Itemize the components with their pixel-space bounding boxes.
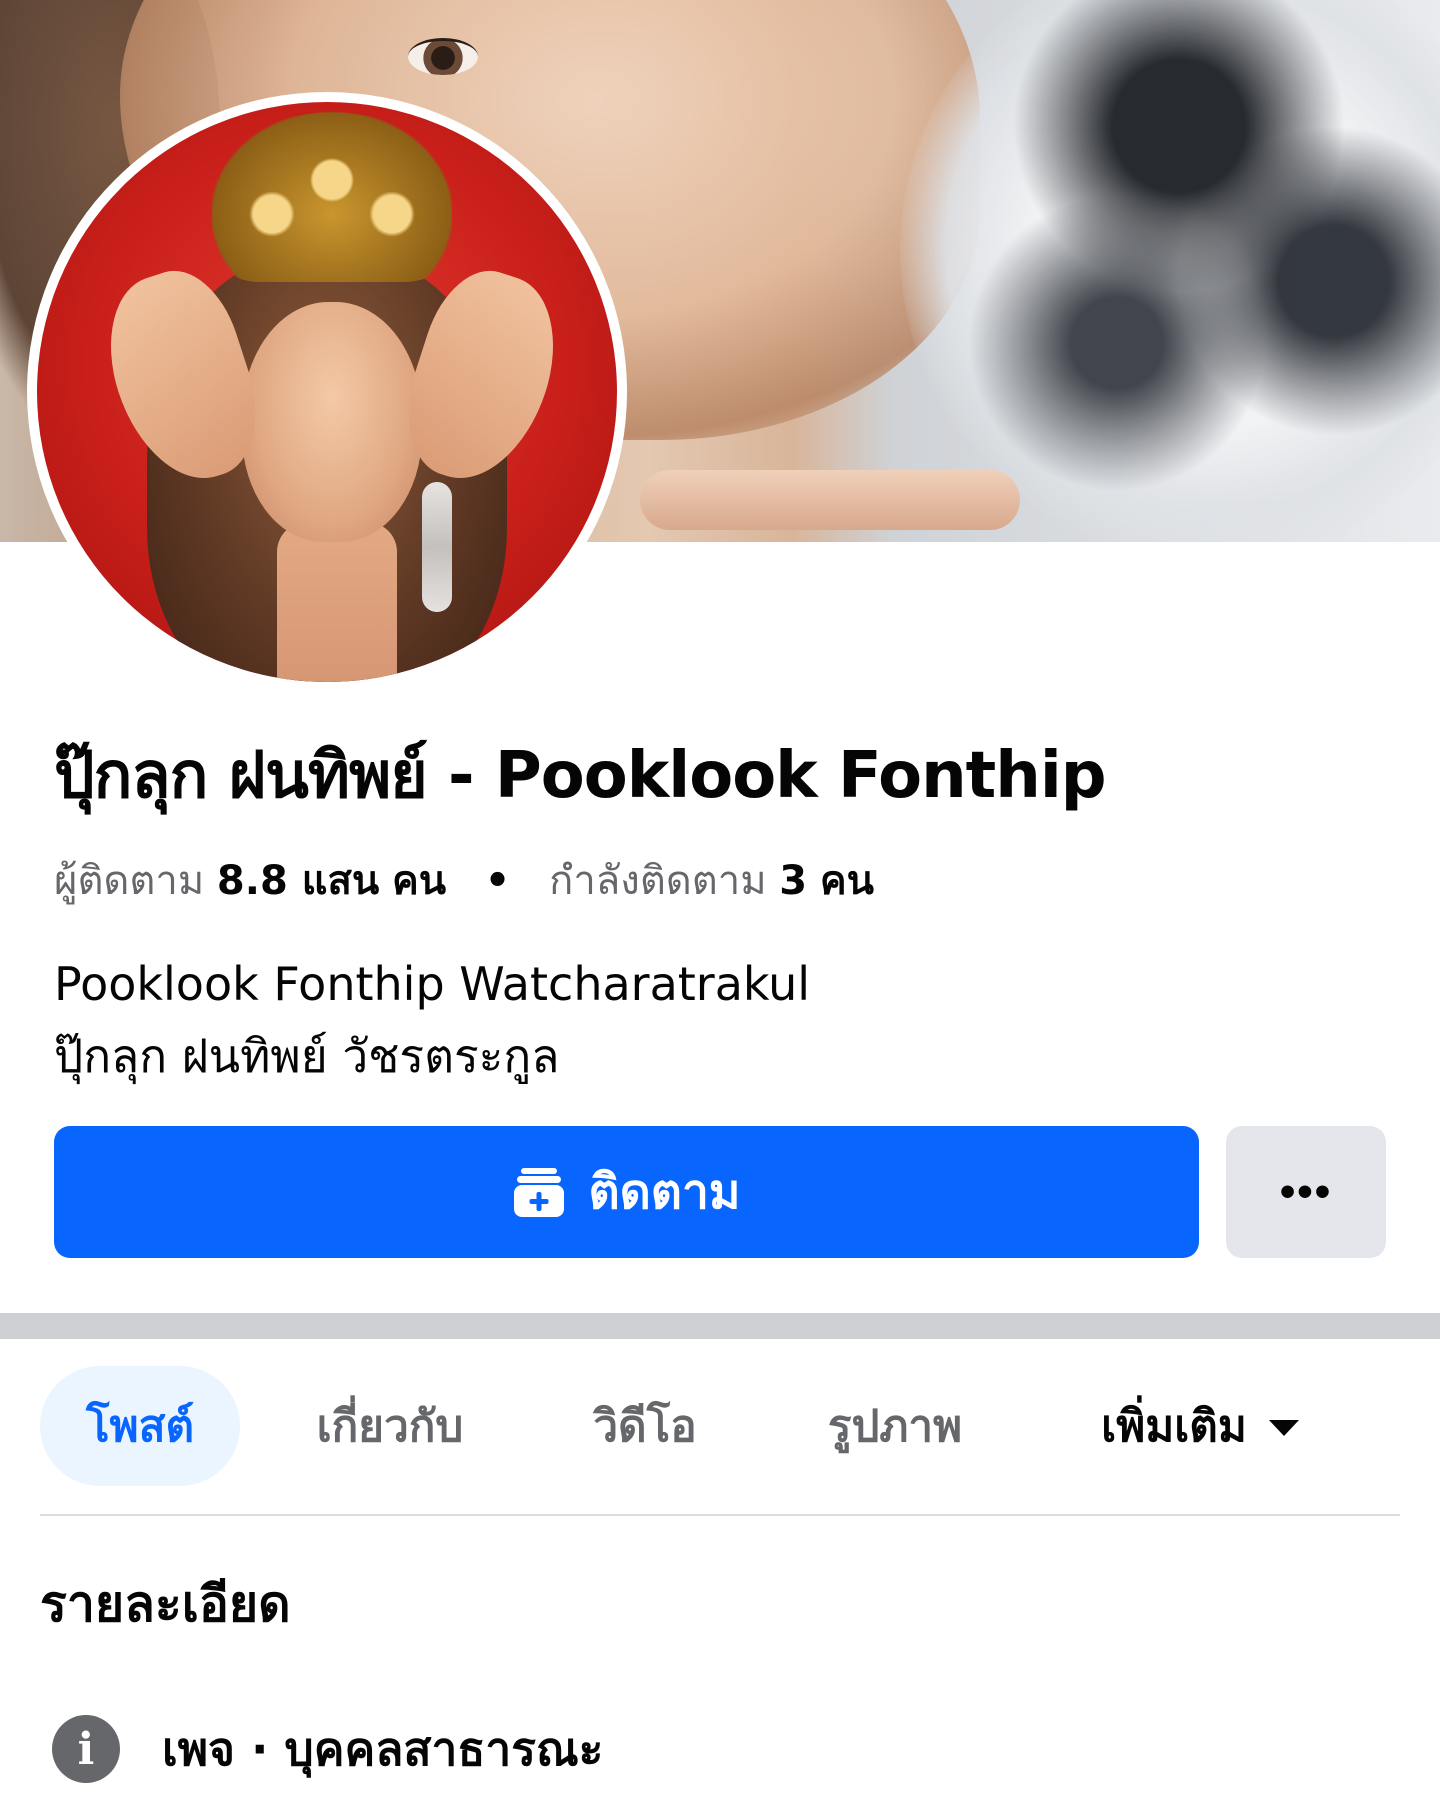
tab-photos[interactable]: รูปภาพ [780, 1366, 1010, 1486]
followers-label: ผู้ติดตาม [54, 858, 205, 904]
detail-category-text: เพจ · บุคคลสาธารณะ [162, 1721, 604, 1776]
avatar-neck-shape [277, 522, 397, 682]
bio: Pooklook Fonthip Watcharatrakul ปุ๊กลุก … [54, 948, 810, 1092]
followers-count[interactable]: 8.8 แสน [217, 858, 379, 904]
tab-more-label: เพิ่มเติม [1101, 1401, 1247, 1452]
details-heading: รายละเอียด [40, 1575, 291, 1633]
more-ellipsis-icon: ••• [1279, 1167, 1333, 1216]
section-divider [0, 1313, 1440, 1339]
followers-unit: คน [391, 858, 447, 904]
follow-stats: ผู้ติดตาม 8.8 แสน คน • กำลังติดตาม 3 คน [54, 857, 874, 905]
tab-about-label: เกี่ยวกับ [316, 1401, 464, 1452]
tab-posts[interactable]: โพสต์ [40, 1366, 240, 1486]
detail-category-row: i เพจ · บุคคลสาธารณะ [52, 1714, 603, 1784]
bio-line-thai: ปุ๊กลุก ฝนทิพย์ วัชรตระกูล [54, 1029, 560, 1083]
following-label: กำลังติดตาม [549, 858, 767, 904]
avatar-earring-shape [422, 482, 452, 612]
following-count[interactable]: 3 [779, 858, 807, 904]
following-unit: คน [819, 858, 874, 904]
tab-photos-label: รูปภาพ [827, 1401, 963, 1452]
tab-videos-label: วิดีโอ [593, 1401, 697, 1452]
avatar-image [37, 102, 617, 682]
more-options-button[interactable]: ••• [1226, 1126, 1386, 1258]
info-icon: i [52, 1715, 120, 1783]
cover-eye-shape [408, 38, 478, 75]
follow-add-icon [514, 1168, 565, 1217]
tabs-divider [40, 1514, 1400, 1516]
follow-button-label: ติดตาม [588, 1166, 741, 1219]
bio-line-english: Pooklook Fonthip Watcharatrakul [54, 957, 811, 1011]
profile-page: ปุ๊กลุก ฝนทิพย์ - Pooklook Fonthip ผู้ติ… [0, 0, 1440, 1800]
tab-videos[interactable]: วิดีโอ [550, 1366, 740, 1486]
cover-hand-shape [640, 470, 1020, 530]
avatar-crown-shape [212, 112, 452, 282]
avatar[interactable] [27, 92, 627, 692]
cover-fur-shape [900, 0, 1440, 542]
avatar-face-shape [242, 302, 422, 542]
chevron-down-icon [1268, 1420, 1299, 1436]
follow-button[interactable]: ติดตาม [54, 1126, 1199, 1258]
tab-more[interactable]: เพิ่มเติม [1050, 1366, 1350, 1486]
tab-about[interactable]: เกี่ยวกับ [280, 1366, 500, 1486]
stats-separator: • [484, 858, 511, 904]
page-title: ปุ๊กลุก ฝนทิพย์ - Pooklook Fonthip [54, 739, 1107, 813]
profile-tabs: โพสต์ เกี่ยวกับ วิดีโอ รูปภาพ เพิ่มเติม [40, 1366, 1400, 1486]
tab-posts-label: โพสต์ [85, 1401, 195, 1452]
